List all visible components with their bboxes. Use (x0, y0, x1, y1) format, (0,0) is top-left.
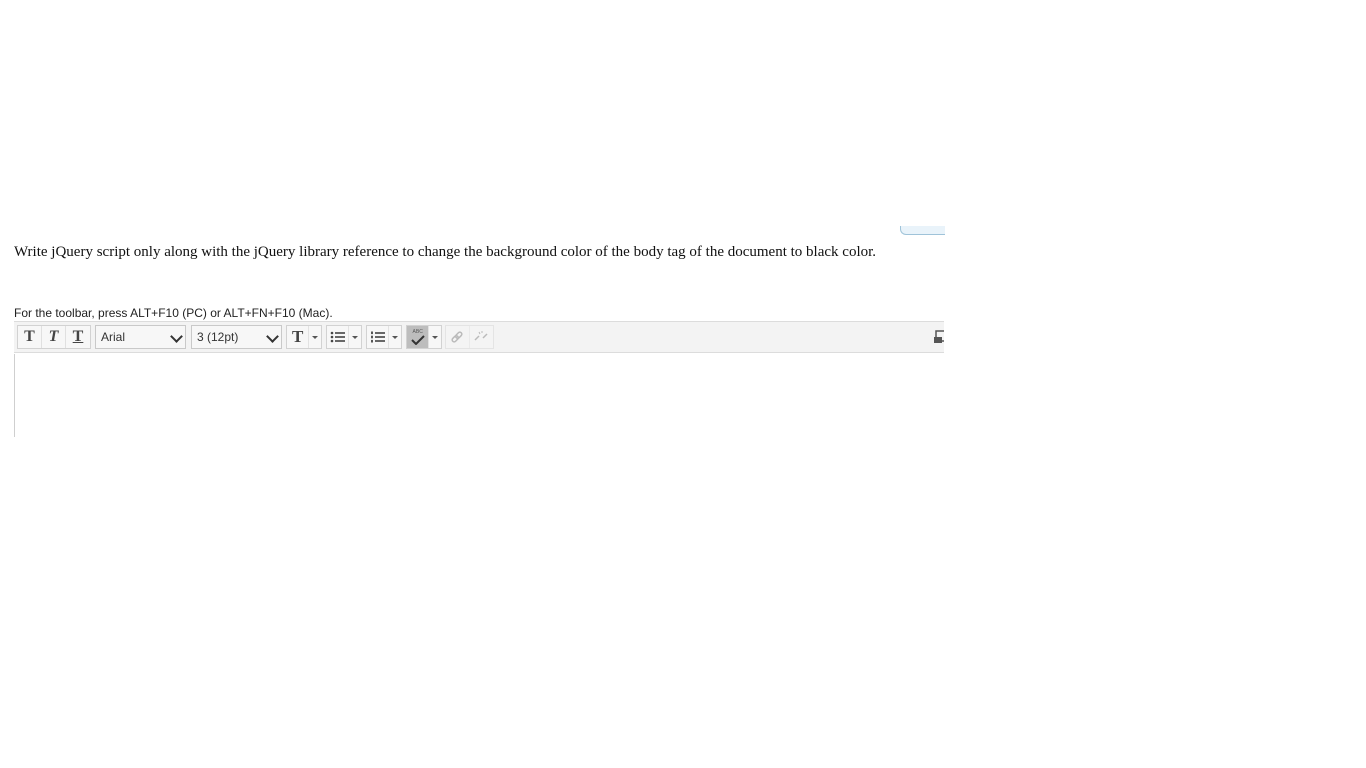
bulleted-list-main[interactable] (327, 326, 348, 348)
font-size-value: 3 (12pt) (197, 330, 239, 344)
insert-link-button[interactable] (446, 326, 470, 348)
chevron-down-icon (266, 330, 279, 343)
link-group (445, 325, 494, 349)
bulleted-list-icon (330, 331, 345, 343)
caret-down-icon (432, 335, 439, 339)
underline-button[interactable]: T (66, 326, 90, 348)
font-size-select[interactable]: 3 (12pt) (191, 325, 282, 349)
bulleted-list-dropdown[interactable] (348, 326, 361, 348)
fullscreen-button[interactable] (932, 328, 944, 348)
chevron-down-icon (170, 330, 183, 343)
bold-button[interactable]: T (18, 326, 42, 348)
numbered-list-icon (370, 331, 385, 343)
text-color-dropdown[interactable] (308, 326, 321, 348)
numbered-list-button[interactable] (366, 325, 402, 349)
caret-down-icon (352, 335, 359, 339)
bold-icon: T (24, 328, 35, 345)
remove-link-icon (474, 331, 488, 341)
italic-icon: T (48, 328, 59, 345)
fullscreen-icon (934, 330, 944, 343)
spellcheck-button[interactable]: ABC (406, 325, 442, 349)
question-text: Write jQuery script only along with the … (14, 244, 877, 260)
font-family-value: Arial (101, 330, 126, 344)
underline-icon: T (72, 328, 84, 345)
bulleted-list-button[interactable] (326, 325, 362, 349)
numbered-list-main[interactable] (367, 326, 388, 348)
font-family-select[interactable]: Arial (95, 325, 186, 349)
spellcheck-icon (410, 335, 425, 345)
text-color-icon: T (292, 327, 304, 346)
insert-link-icon (451, 331, 463, 343)
text-format-group: T T T (17, 325, 91, 349)
spellcheck-dropdown[interactable] (428, 326, 441, 348)
text-color-main[interactable]: T (287, 326, 308, 348)
rich-text-editor: T T T Arial 3 (12pt) T ABC (14, 321, 944, 437)
editor-content-area[interactable] (14, 354, 944, 437)
spellcheck-main[interactable]: ABC (407, 326, 429, 348)
numbered-list-dropdown[interactable] (388, 326, 401, 348)
caret-down-icon (312, 335, 319, 339)
remove-link-button[interactable] (470, 326, 493, 348)
italic-button[interactable]: T (42, 326, 66, 348)
text-color-button[interactable]: T (286, 325, 322, 349)
top-panel-tab (900, 226, 945, 235)
caret-down-icon (392, 335, 399, 339)
toolbar-hint: For the toolbar, press ALT+F10 (PC) or A… (14, 306, 333, 320)
editor-toolbar: T T T Arial 3 (12pt) T ABC (14, 321, 944, 353)
